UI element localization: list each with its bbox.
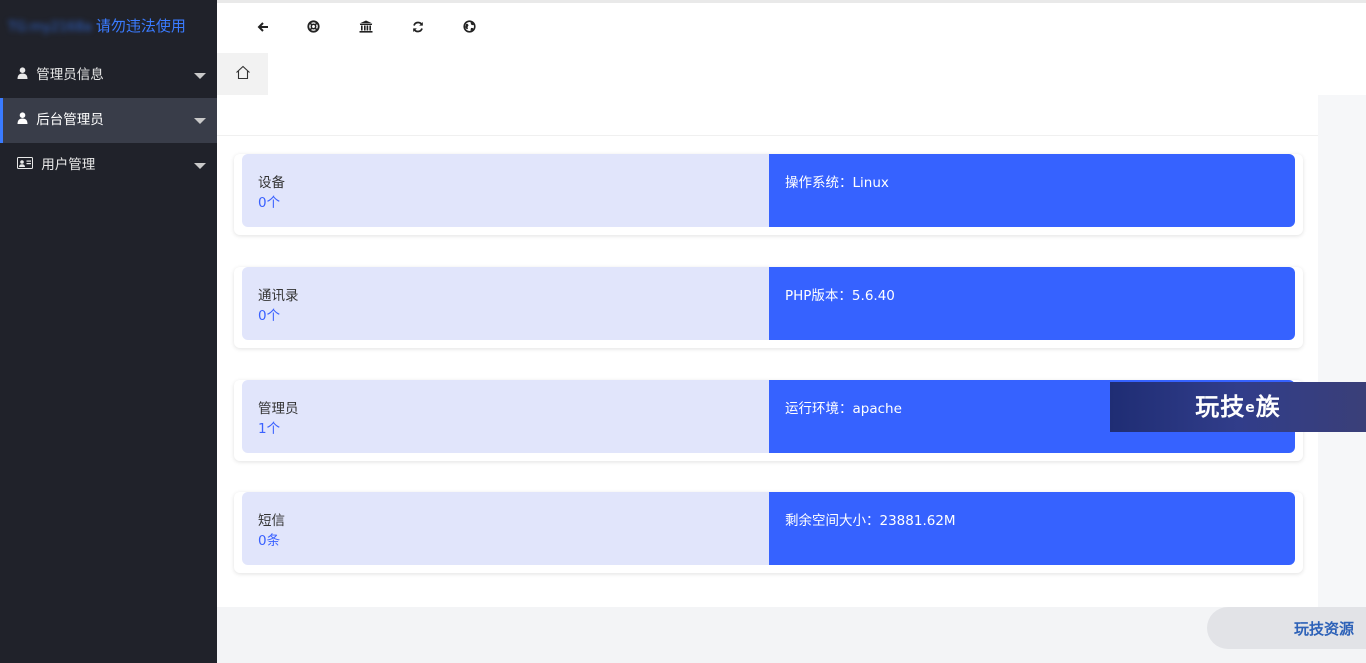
help-icon xyxy=(306,20,320,33)
home-icon xyxy=(235,65,250,80)
globe-icon xyxy=(462,20,476,33)
stat-card: 通讯录 0个 PHP版本：5.6.40 xyxy=(234,267,1303,348)
bank-button[interactable] xyxy=(353,15,379,41)
chevron-down-icon xyxy=(194,73,206,79)
right-gutter xyxy=(1318,95,1366,607)
globe-button[interactable] xyxy=(456,15,482,41)
logo[interactable]: TG:my2168a 请勿违法使用 xyxy=(0,0,217,53)
bank-icon xyxy=(359,20,373,33)
refresh-button[interactable] xyxy=(405,15,431,41)
system-info-cell: 操作系统：Linux xyxy=(769,154,1295,227)
id-card-icon xyxy=(17,143,36,188)
user-icon xyxy=(17,53,31,98)
stat-count-cell: 管理员 1个 xyxy=(242,380,769,453)
sidebar-item-label: 用户管理 xyxy=(41,157,96,173)
stat-card: 设备 0个 操作系统：Linux xyxy=(234,154,1303,235)
logo-contact: TG:my2168a xyxy=(8,20,92,35)
stat-value: 0条 xyxy=(258,533,281,549)
help-button[interactable] xyxy=(300,15,326,41)
tab-home[interactable] xyxy=(217,53,268,95)
watermark-corner: 玩技资源 xyxy=(1207,607,1366,649)
stat-label: 通讯录 xyxy=(258,288,299,304)
top-toolbar xyxy=(217,0,1366,53)
chevron-down-icon xyxy=(194,118,206,124)
tab-bar xyxy=(217,53,1366,96)
back-icon xyxy=(257,22,268,32)
stat-label: 短信 xyxy=(258,513,285,529)
stat-card: 短信 0条 剩余空间大小：23881.62M xyxy=(234,492,1303,573)
content-header-strip xyxy=(217,95,1318,136)
sidebar-item-label: 后台管理员 xyxy=(36,112,104,128)
stat-count-cell: 短信 0条 xyxy=(242,492,769,565)
stat-value: 1个 xyxy=(258,421,281,437)
stat-count-cell: 通讯录 0个 xyxy=(242,267,769,340)
sidebar-item-user-management[interactable]: 用户管理 xyxy=(0,143,217,188)
watermark-banner: 玩技e族 xyxy=(1110,382,1366,432)
sidebar: TG:my2168a 请勿违法使用 管理员信息 后台管理员 用户管理 xyxy=(0,0,217,663)
system-info-cell: 剩余空间大小：23881.62M xyxy=(769,492,1295,565)
stat-value: 0个 xyxy=(258,308,281,324)
sidebar-item-label: 管理员信息 xyxy=(36,67,104,83)
system-info-cell: PHP版本：5.6.40 xyxy=(769,267,1295,340)
stat-label: 管理员 xyxy=(258,401,299,417)
sidebar-item-admin-info[interactable]: 管理员信息 xyxy=(0,53,217,98)
back-button[interactable] xyxy=(250,15,276,41)
chevron-down-icon xyxy=(194,163,206,169)
stat-label: 设备 xyxy=(258,175,285,191)
stat-value: 0个 xyxy=(258,195,281,211)
user-icon xyxy=(17,98,31,143)
sidebar-item-backend-admin[interactable]: 后台管理员 xyxy=(0,98,217,143)
refresh-icon xyxy=(413,21,423,33)
main-content: 设备 0个 操作系统：Linux 通讯录 0个 PHP版本：5.6.40 管理员… xyxy=(217,95,1318,607)
logo-warning: 请勿违法使用 xyxy=(95,17,186,35)
stat-count-cell: 设备 0个 xyxy=(242,154,769,227)
